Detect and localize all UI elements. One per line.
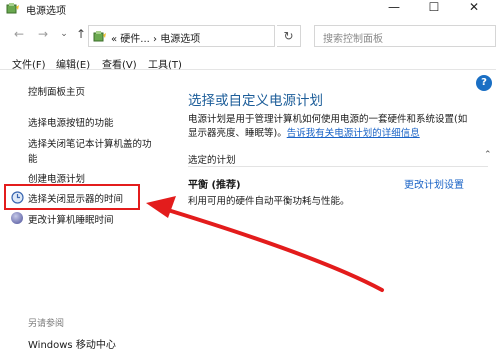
description-line-1: 电源计划是用于管理计算机如何使用电源的一套硬件和系统设置(如	[188, 114, 468, 125]
control-panel-icon	[93, 31, 106, 42]
menu-view[interactable]: 查看(V)	[102, 56, 137, 71]
back-button[interactable]: ←	[12, 26, 26, 42]
title-bar: 电源选项 — ☐ ✕	[0, 0, 496, 18]
power-plan-info-link[interactable]: 告诉我有关电源计划的详细信息	[287, 128, 420, 139]
menu-tools[interactable]: 工具(T)	[148, 56, 182, 71]
recent-locations-dropdown[interactable]: ⌄	[57, 26, 71, 42]
close-button[interactable]: ✕	[456, 0, 492, 16]
change-plan-settings-link[interactable]: 更改计划设置	[404, 176, 464, 191]
menu-edit[interactable]: 编辑(E)	[56, 56, 90, 71]
page-title: 选择或自定义电源计划	[188, 93, 323, 109]
help-icon[interactable]: ?	[476, 75, 492, 91]
forward-button[interactable]: →	[36, 26, 50, 42]
sidebar-item-power-button[interactable]: 选择电源按钮的功能	[28, 115, 114, 129]
sidebar-item-create-plan[interactable]: 创建电源计划	[28, 171, 85, 185]
page-description: 电源计划是用于管理计算机如何使用电源的一套硬件和系统设置(如 显示器亮度、睡眠等…	[188, 113, 496, 141]
selected-plan-heading: 选定的计划	[188, 155, 236, 166]
up-button[interactable]: ↑	[74, 26, 88, 42]
description-line-2-text: 显示器亮度、睡眠等)。	[188, 128, 287, 139]
sleep-time-icon	[11, 212, 23, 224]
search-placeholder: 搜索控制面板	[323, 34, 383, 45]
description-line-2: 显示器亮度、睡眠等)。告诉我有关电源计划的详细信息	[188, 127, 496, 141]
sidebar-item-lid-close[interactable]: 选择关闭笔记本计算机盖的功	[28, 136, 152, 150]
menu-file[interactable]: 文件(F)	[12, 56, 46, 71]
maximize-button[interactable]: ☐	[416, 0, 452, 16]
sidebar-item-home[interactable]: 控制面板主页	[28, 84, 85, 98]
see-also-mobility-center[interactable]: Windows 移动中心	[28, 336, 116, 351]
search-input[interactable]: 搜索控制面板	[314, 25, 496, 47]
highlight-box	[4, 184, 140, 210]
window-title: 电源选项	[26, 6, 66, 17]
section-divider	[188, 166, 488, 167]
plan-name[interactable]: 平衡 (推荐)	[188, 176, 241, 191]
refresh-button[interactable]: ↻	[277, 25, 301, 47]
see-also-heading: 另请参阅	[28, 319, 65, 329]
minimize-button[interactable]: —	[376, 0, 412, 16]
menu-bar: 文件(F) 编辑(E) 查看(V) 工具(T)	[0, 52, 496, 71]
plan-description: 利用可用的硬件自动平衡功耗与性能。	[188, 196, 350, 207]
address-path[interactable]: « 硬件... › 电源选项	[111, 30, 200, 45]
collapse-chevron-icon[interactable]: ⌃	[484, 150, 492, 160]
address-bar[interactable]: « 硬件... › 电源选项 ⌄	[88, 25, 359, 47]
navigation-bar: ← → ⌄ ↑ « 硬件... › 电源选项 ⌄ ↻ 搜索控制面板	[0, 20, 496, 50]
power-options-icon	[6, 3, 19, 14]
sidebar-item-lid-close-wrap[interactable]: 能	[28, 151, 38, 165]
sidebar-item-sleep-time[interactable]: 更改计算机睡眠时间	[28, 212, 114, 226]
